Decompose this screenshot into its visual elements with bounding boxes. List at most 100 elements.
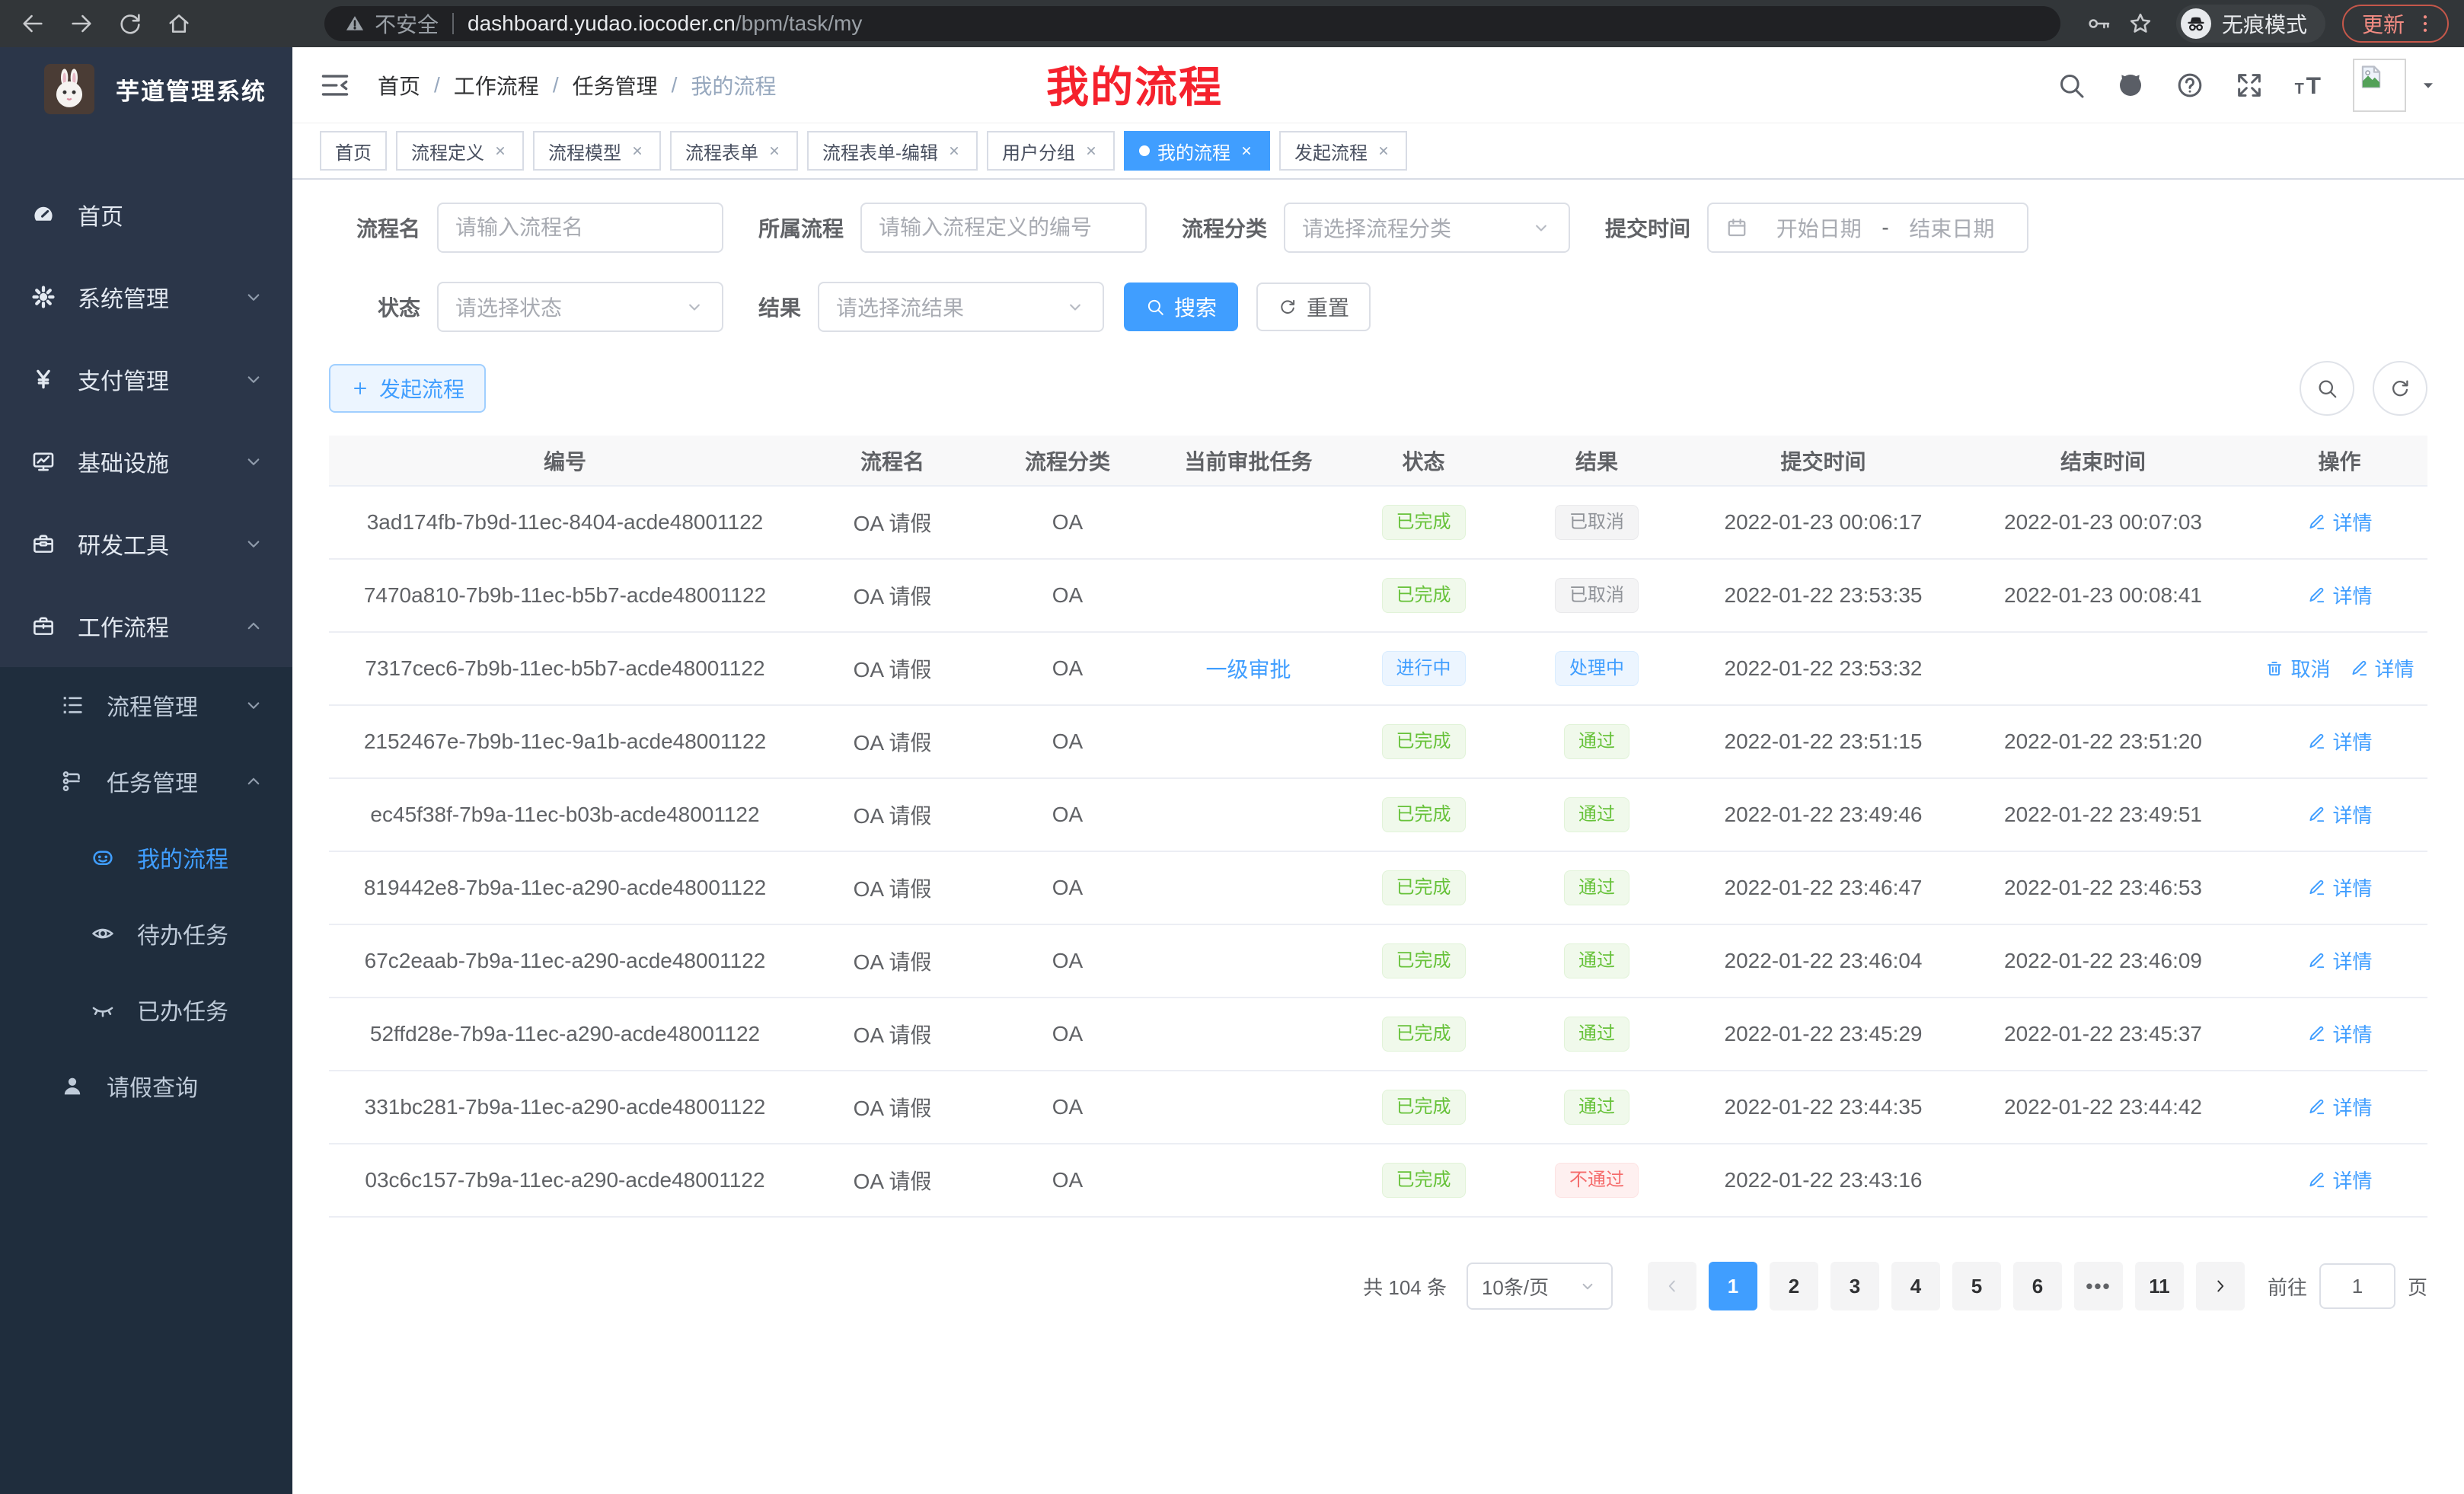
process-category-cell: OA: [984, 778, 1151, 851]
sidebar-item[interactable]: 待办任务: [0, 895, 292, 972]
address-bar[interactable]: 不安全 dashboard.yudao.iocoder.cn/bpm/task/…: [324, 6, 2060, 41]
result-placeholder: 请选择流结果: [836, 292, 964, 322]
sidebar-item[interactable]: 我的流程: [0, 819, 292, 895]
sidebar-item[interactable]: 工作流程: [0, 585, 292, 667]
close-icon[interactable]: [766, 142, 783, 159]
github-icon[interactable]: [2115, 70, 2146, 101]
detail-action-link[interactable]: 详情: [2349, 654, 2415, 682]
sidebar-item[interactable]: 基础设施: [0, 420, 292, 503]
incognito-badge: 无痕模式: [2176, 5, 2325, 43]
close-icon[interactable]: [1375, 142, 1392, 159]
detail-action-link[interactable]: 详情: [2306, 800, 2372, 828]
breadcrumb-item[interactable]: 任务管理: [573, 70, 658, 101]
tab-item[interactable]: 首页: [320, 131, 387, 171]
reload-icon[interactable]: [113, 6, 148, 41]
chevron-down-icon: [242, 532, 265, 555]
detail-action-link[interactable]: 详情: [2306, 947, 2372, 975]
page-size-value: 10条/页: [1482, 1272, 1549, 1301]
back-icon[interactable]: [15, 6, 50, 41]
current-task-link[interactable]: 一级审批: [1205, 658, 1291, 682]
page-button[interactable]: 5: [1952, 1262, 2001, 1310]
close-icon[interactable]: [1083, 142, 1100, 159]
submit-time-cell: 2022-01-22 23:46:04: [1692, 924, 1955, 998]
logo-row[interactable]: 芋道管理系统: [0, 47, 292, 131]
key-icon[interactable]: [2082, 6, 2117, 41]
breadcrumb-item: 我的流程: [691, 70, 776, 101]
font-size-icon[interactable]: TT: [2293, 70, 2324, 101]
detail-action-link[interactable]: 详情: [2306, 1093, 2372, 1121]
prev-page-button[interactable]: [1648, 1262, 1696, 1310]
page-button[interactable]: 3: [1830, 1262, 1879, 1310]
toggle-search-button[interactable]: [2300, 361, 2354, 416]
process-definition-input[interactable]: [860, 203, 1147, 253]
robot-icon: [90, 844, 116, 870]
tab-active[interactable]: 我的流程: [1124, 131, 1270, 171]
close-icon[interactable]: [492, 142, 509, 159]
create-process-button[interactable]: 发起流程: [329, 364, 486, 413]
cancel-action-link[interactable]: 取消: [2265, 654, 2330, 682]
sidebar-item[interactable]: 已办任务: [0, 972, 292, 1048]
sidebar-item[interactable]: 首页: [0, 174, 292, 256]
browser-update-button[interactable]: 更新: [2342, 5, 2449, 43]
detail-action-link[interactable]: 详情: [2306, 508, 2372, 536]
help-icon[interactable]: [2175, 70, 2205, 101]
page-button[interactable]: 2: [1770, 1262, 1818, 1310]
detail-action-link[interactable]: 详情: [2306, 1166, 2372, 1194]
sidebar-item[interactable]: 研发工具: [0, 503, 292, 585]
tab-item[interactable]: 发起流程: [1279, 131, 1407, 171]
chevron-up-icon: [242, 615, 265, 637]
detail-action-link[interactable]: 详情: [2306, 581, 2372, 609]
end-time-cell: 2022-01-22 23:45:37: [1955, 998, 2252, 1071]
page-button[interactable]: 11: [2135, 1262, 2184, 1310]
browser-menu-dots-icon[interactable]: [2414, 12, 2437, 35]
submit-time-range-picker[interactable]: 开始日期 - 结束日期: [1707, 203, 2028, 253]
tab-item[interactable]: 流程表单-编辑: [807, 131, 978, 171]
sidebar-item-label: 研发工具: [78, 527, 242, 560]
edit-icon: [2306, 1023, 2326, 1043]
sidebar-item[interactable]: 请假查询: [0, 1048, 292, 1124]
chevron-up-icon: [242, 770, 265, 793]
breadcrumb-item[interactable]: 工作流程: [454, 70, 539, 101]
page-size-select[interactable]: 10条/页: [1467, 1263, 1613, 1310]
close-icon[interactable]: [946, 142, 962, 159]
bookmark-star-icon[interactable]: [2123, 6, 2158, 41]
status-select[interactable]: 请选择状态: [437, 282, 723, 332]
breadcrumb-item[interactable]: 首页: [378, 70, 420, 101]
page-button[interactable]: 1: [1709, 1262, 1757, 1310]
detail-action-link[interactable]: 详情: [2306, 727, 2372, 755]
page-button[interactable]: 6: [2013, 1262, 2062, 1310]
avatar[interactable]: [2353, 59, 2406, 112]
sidebar-item[interactable]: 任务管理: [0, 743, 292, 819]
goto-page-input[interactable]: [2319, 1263, 2395, 1309]
refresh-table-button[interactable]: [2373, 361, 2427, 416]
sidebar-item[interactable]: 流程管理: [0, 667, 292, 743]
sidebar-item[interactable]: 系统管理: [0, 256, 292, 338]
tab-item[interactable]: 流程表单: [670, 131, 798, 171]
process-name-input[interactable]: [437, 203, 723, 253]
sidebar-item[interactable]: 支付管理: [0, 338, 292, 420]
user-menu-caret-icon[interactable]: [2418, 75, 2438, 95]
security-warning-icon[interactable]: [344, 13, 365, 34]
close-icon[interactable]: [629, 142, 646, 159]
next-page-button[interactable]: [2196, 1262, 2245, 1310]
result-select[interactable]: 请选择流结果: [818, 282, 1104, 332]
fullscreen-icon[interactable]: [2234, 70, 2265, 101]
forward-icon[interactable]: [64, 6, 99, 41]
more-pages-button[interactable]: •••: [2074, 1262, 2123, 1310]
category-select[interactable]: 请选择流程分类: [1284, 203, 1570, 253]
close-icon[interactable]: [1238, 142, 1255, 159]
home-icon[interactable]: [161, 6, 196, 41]
reset-button[interactable]: 重置: [1256, 283, 1371, 331]
tab-item[interactable]: 流程定义: [396, 131, 524, 171]
reset-button-label: 重置: [1307, 292, 1349, 322]
search-icon[interactable]: [2056, 70, 2086, 101]
page-button[interactable]: 4: [1891, 1262, 1940, 1310]
tab-item[interactable]: 流程模型: [533, 131, 661, 171]
search-button[interactable]: 搜索: [1124, 283, 1238, 331]
detail-action-link[interactable]: 详情: [2306, 873, 2372, 902]
detail-action-link[interactable]: 详情: [2306, 1020, 2372, 1048]
sidebar-item-label: 基础设施: [78, 445, 242, 478]
column-header: 提交时间: [1692, 436, 1955, 486]
tab-item[interactable]: 用户分组: [987, 131, 1115, 171]
sidebar-collapse-icon[interactable]: [318, 69, 352, 102]
